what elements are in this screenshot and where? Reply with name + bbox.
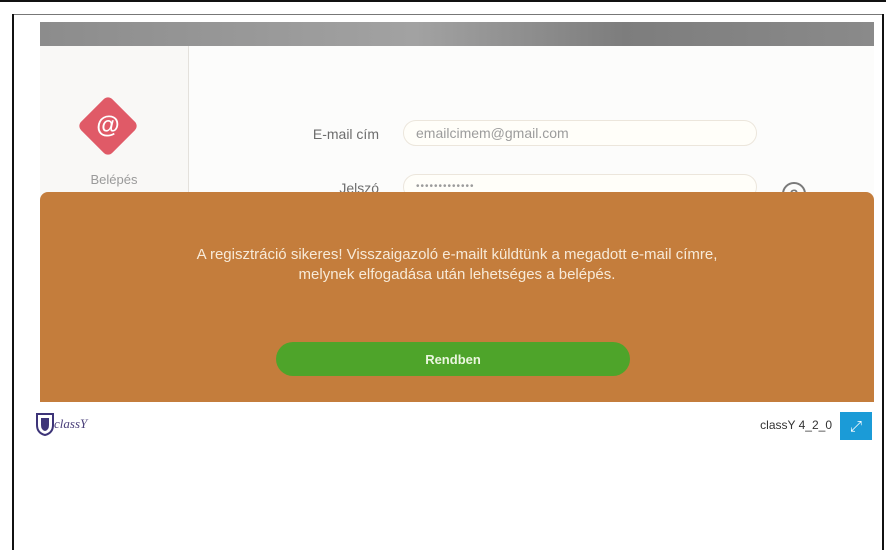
ok-button[interactable]: Rendben	[276, 342, 630, 376]
shield-icon	[36, 413, 54, 436]
login-label: Belépés	[90, 172, 138, 187]
version-label: classY 4_2_0	[760, 418, 832, 432]
login-panel: @ Belépés	[40, 46, 188, 206]
dialog-message: A regisztráció sikeres! Visszaigazoló e-…	[80, 245, 834, 285]
email-field[interactable]	[403, 120, 757, 146]
frame-inner-border	[12, 14, 884, 15]
frame-left-border	[12, 14, 14, 550]
top-bar	[40, 22, 874, 46]
frame-top-border	[0, 0, 886, 2]
login-form: E-mail cím Jelszó	[189, 46, 874, 206]
expand-icon[interactable]: ⤢	[840, 412, 872, 440]
dialog-message-line-1: A regisztráció sikeres! Visszaigazoló e-…	[196, 246, 718, 263]
success-dialog: A regisztráció sikeres! Visszaigazoló e-…	[40, 192, 874, 402]
at-icon: @	[96, 112, 120, 139]
email-label: E-mail cím	[312, 126, 379, 142]
classy-logo[interactable]: classY	[36, 412, 146, 440]
frame-right-border	[882, 14, 884, 550]
dialog-message-line-2: melynek elfogadása után lehetséges a bel…	[298, 266, 616, 283]
logo-text: classY	[54, 416, 88, 431]
